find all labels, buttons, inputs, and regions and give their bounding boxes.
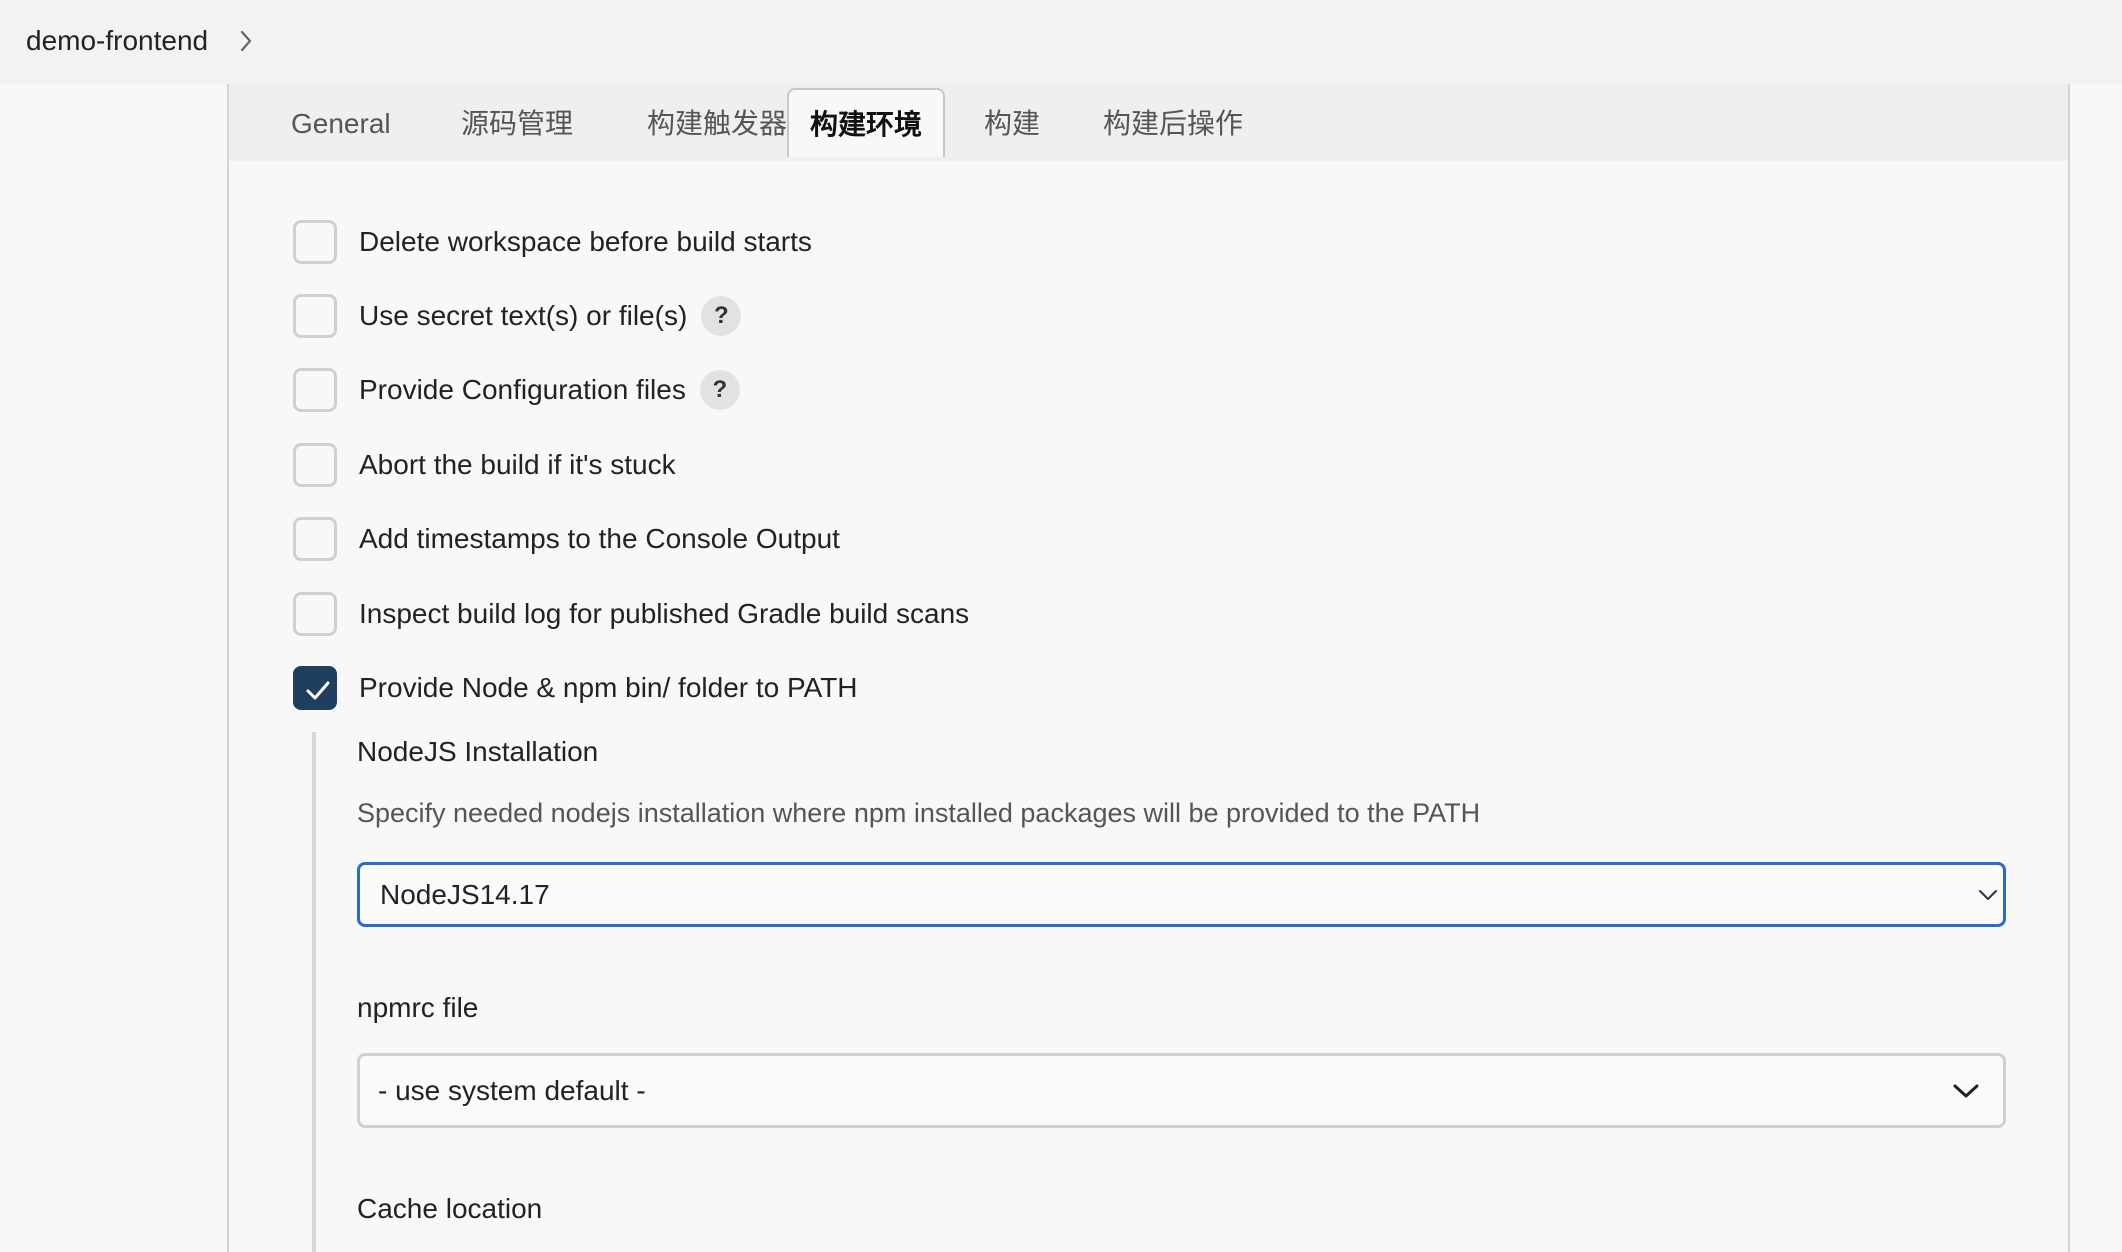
option-label: Use secret text(s) or file(s)? <box>359 295 742 338</box>
option-label-text: Use secret text(s) or file(s) <box>359 300 688 331</box>
chevron-down-icon <box>1953 1084 1979 1097</box>
nested-section-line <box>312 732 316 1252</box>
tab-build-triggers[interactable]: 构建触发器 <box>647 106 787 142</box>
delete-workspace-checkbox[interactable] <box>293 220 337 264</box>
npmrc-file-select[interactable]: - use system default - <box>357 1053 2006 1128</box>
tab-general[interactable]: General <box>291 106 391 142</box>
help-icon[interactable]: ? <box>701 295 742 336</box>
help-icon[interactable]: ? <box>699 369 740 410</box>
option-label-text: Provide Configuration files <box>359 374 686 405</box>
tab-build-environment[interactable]: 构建环境 <box>787 88 946 157</box>
breadcrumb-bar: demo-frontend <box>0 0 2122 84</box>
option-label: Inspect build log for published Gradle b… <box>359 598 970 629</box>
nodejs-installation-select[interactable]: NodeJS14.17 <box>357 862 2006 927</box>
config-files-checkbox[interactable] <box>293 368 337 412</box>
secret-text-checkbox[interactable] <box>293 294 337 338</box>
nodejs-installation-description: Specify needed nodejs installation where… <box>357 798 1481 828</box>
checkmark-icon <box>306 681 330 700</box>
nodejs-installation-title: NodeJS Installation <box>357 736 599 767</box>
option-label: Delete workspace before build starts <box>359 226 812 257</box>
option-label: Provide Node & npm bin/ folder to PATH <box>359 672 858 703</box>
nodejs-selected-value: NodeJS14.17 <box>380 878 550 910</box>
tab-source-management[interactable]: 源码管理 <box>461 106 573 142</box>
breadcrumb-project-link[interactable]: demo-frontend <box>26 22 208 60</box>
abort-stuck-checkbox[interactable] <box>293 443 337 487</box>
option-label: Provide Configuration files? <box>359 369 740 412</box>
gradle-scans-checkbox[interactable] <box>293 592 337 636</box>
timestamps-checkbox[interactable] <box>293 517 337 561</box>
option-label: Add timestamps to the Console Output <box>359 523 840 554</box>
chevron-right-icon <box>240 30 252 52</box>
npmrc-file-title: npmrc file <box>357 992 479 1023</box>
tab-bar: General 源码管理 构建触发器 构建环境 构建 构建后操作 <box>229 84 2068 161</box>
chevron-down-icon <box>1979 889 1997 900</box>
cache-location-title: Cache location <box>357 1193 543 1224</box>
tab-build[interactable]: 构建 <box>984 106 1040 142</box>
tab-post-build-actions[interactable]: 构建后操作 <box>1103 106 1243 142</box>
node-npm-path-checkbox[interactable] <box>293 666 337 710</box>
npmrc-selected-value: - use system default - <box>378 1074 646 1106</box>
option-label: Abort the build if it's stuck <box>359 449 676 480</box>
